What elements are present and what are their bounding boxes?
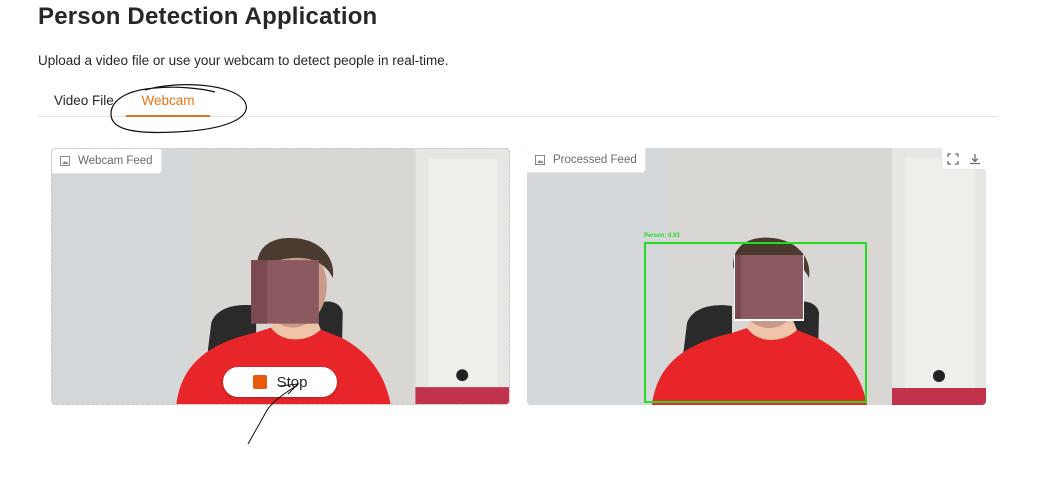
tab-bar: Video File Webcam: [38, 86, 998, 117]
tab-webcam[interactable]: Webcam: [126, 93, 210, 117]
webcam-feed-label-text: Webcam Feed: [78, 155, 153, 167]
processed-feed-label-text: Processed Feed: [553, 154, 637, 166]
tab-video-file[interactable]: Video File: [54, 93, 114, 116]
webcam-feed-label: Webcam Feed: [52, 149, 162, 174]
tab-webcam-label: Webcam: [141, 93, 195, 108]
image-icon: [60, 156, 70, 166]
processed-feed-panel: Person: 0.93 Processed Feed: [527, 148, 986, 405]
page-subtitle: Upload a video file or use your webcam t…: [38, 53, 449, 68]
stop-button[interactable]: Stop: [223, 367, 337, 397]
fullscreen-icon[interactable]: [946, 152, 960, 166]
processed-feed-label: Processed Feed: [527, 148, 646, 173]
page-title: Person Detection Application: [38, 3, 378, 30]
stop-button-label: Stop: [276, 373, 308, 391]
stop-square-icon: [252, 375, 267, 389]
detection-box: [644, 242, 867, 403]
processed-feed-toolbar: [941, 148, 986, 170]
image-icon: [535, 155, 545, 165]
detection-label: Person: 0.93: [644, 233, 680, 239]
download-icon[interactable]: [968, 152, 982, 166]
webcam-frame-image: [52, 149, 509, 404]
webcam-feed-panel: Webcam Feed Stop: [51, 148, 510, 405]
tab-active-underline: [126, 115, 210, 117]
